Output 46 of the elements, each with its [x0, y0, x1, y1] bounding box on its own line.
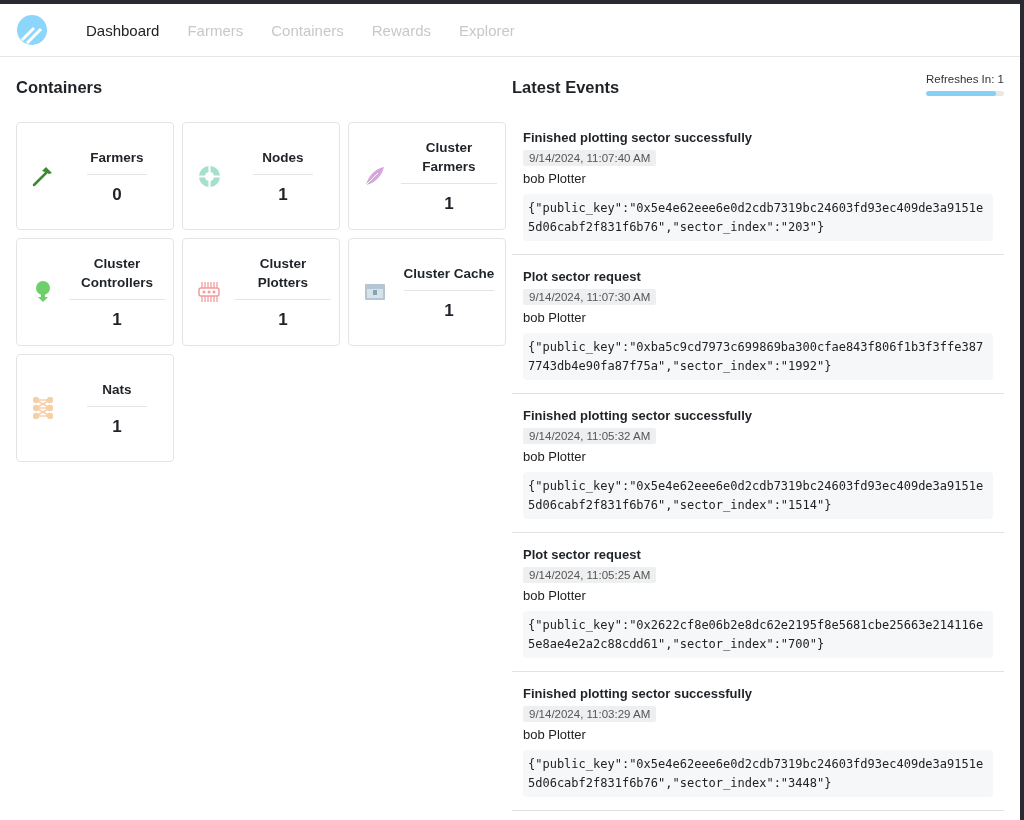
event-time: 9/14/2024, 11:07:40 AM: [523, 150, 657, 166]
card-label: Cluster Farmers: [401, 138, 497, 184]
event-payload: {"public_key":"0xba5c9cd7973c699869ba300cfae843f806f1b3f3ffe3877743db4e90fa87f75a","sector_index":"1992"}: [523, 333, 993, 380]
event-title: Finished plotting sector successfully: [523, 408, 753, 423]
card-label: Farmers: [87, 147, 147, 175]
refresh-label: Refreshes In: 1: [926, 73, 1004, 85]
event-title: Finished plotting sector successfully: [523, 686, 753, 701]
logo[interactable]: [16, 14, 48, 46]
chest-icon: [365, 284, 385, 300]
event-time: 9/14/2024, 11:05:32 AM: [523, 428, 657, 444]
section-title: Latest Events: [512, 78, 620, 98]
event-source: bob Plotter: [523, 310, 587, 325]
nav-link[interactable]: Dashboard: [86, 21, 160, 39]
card-label: Cluster Controllers: [69, 254, 165, 300]
card-count: 1: [112, 310, 122, 330]
section-title: Containers: [16, 78, 104, 98]
card-label: Cluster Cache: [403, 263, 495, 291]
event-source: bob Plotter: [523, 171, 587, 186]
hammer-icon: [32, 165, 54, 187]
crosshair-icon: [198, 165, 220, 187]
event-time: 9/14/2024, 11:07:30 AM: [523, 289, 657, 305]
palm-tree-icon: [33, 281, 53, 303]
event-time: 9/14/2024, 11:05:25 AM: [523, 567, 657, 583]
feather-icon: [364, 165, 386, 187]
card-count: 0: [112, 184, 122, 205]
event-time: 9/14/2024, 11:03:29 AM: [523, 706, 657, 722]
event-title: Finished plotting sector successfully: [523, 130, 753, 145]
event-payload: {"public_key":"0x5e4e62eee6e0d2cdb7319bc24603fd93ec409de3a9151e5d06cabf2f831f6b76","sector_index":"1514"}: [523, 472, 993, 519]
event-source: bob Plotter: [523, 449, 587, 464]
event-title: Plot sector request: [523, 269, 642, 284]
event-payload: {"public_key":"0x2622cf8e06b2e8dc62e2195f8e5681cbe25663e214116e5e8ae4e2a2c88cdd61","sector_index":"700"}: [523, 611, 993, 658]
network-icon: [33, 397, 53, 419]
event-source: bob Plotter: [523, 727, 587, 742]
card-label: Cluster Plotters: [235, 254, 331, 300]
card-count: 1: [112, 416, 122, 437]
event-title: Plot sector request: [523, 547, 642, 562]
event-payload: {"public_key":"0x5e4e62eee6e0d2cdb7319bc24603fd93ec409de3a9151e5d06cabf2f831f6b76","sector_index":"3448"}: [523, 750, 993, 797]
card-label: Nats: [87, 379, 147, 407]
card-count: 1: [444, 300, 454, 321]
event-payload: {"public_key":"0x5e4e62eee6e0d2cdb7319bc24603fd93ec409de3a9151e5d06cabf2f831f6b76","sector_index":"203"}: [523, 194, 993, 241]
chip-icon: [198, 281, 220, 303]
card-label: Nodes: [253, 147, 313, 175]
card-count: 1: [444, 194, 454, 214]
event-source: bob Plotter: [523, 588, 587, 603]
card-count: 1: [278, 310, 288, 330]
card-count: 1: [278, 184, 288, 205]
